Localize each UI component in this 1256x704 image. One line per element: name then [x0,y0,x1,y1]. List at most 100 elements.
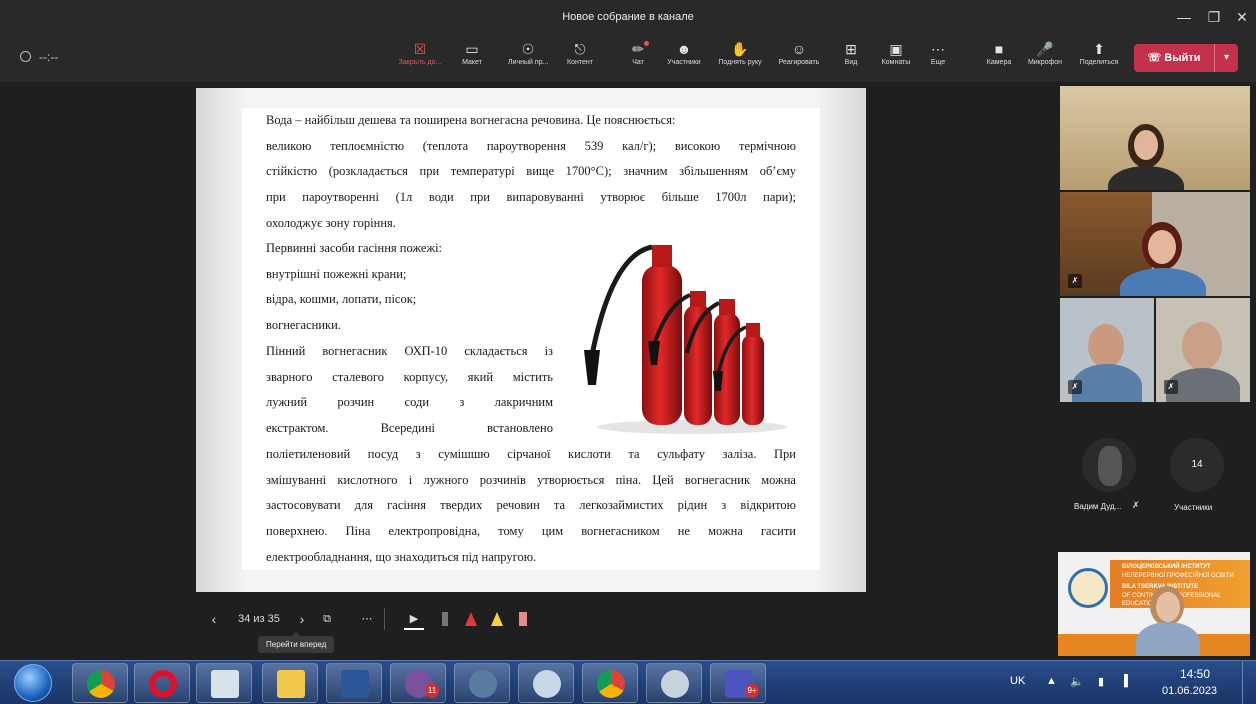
smile-icon: ☺ [791,41,807,57]
highlighter-yellow-icon[interactable] [490,608,504,630]
leave-button[interactable]: ☏ Выйти ▾ [1134,44,1238,72]
chat-button[interactable]: ✏ Чат [620,39,656,77]
share-up-icon: ⬆ [1093,41,1105,57]
institute-line-1: БІЛОЦЕРКІВСЬКИЙ ІНСТИТУТ [1122,564,1211,570]
participants-count[interactable]: 14 [1170,438,1224,492]
folder-app-icon[interactable] [262,663,318,703]
share-content-icon: ⎋ [574,41,586,57]
grid-icon: ⊞ [845,41,857,57]
slide-text-list: Первинні засоби гасіння пожежі: внутрішн… [266,241,443,333]
chat-icon: ✏ [632,41,644,57]
show-hidden-icons[interactable]: ▲ [1046,675,1057,687]
participants-button[interactable]: ☻ Участники [660,39,708,77]
next-slide-icon[interactable]: › [294,608,310,630]
teams-badge: 9+ [745,684,759,698]
more-dots-icon: ⋯ [931,41,945,57]
pen-red-icon[interactable] [464,608,478,630]
slide-text-top: Вода – найбільш дешева та поширена вогне… [266,113,796,230]
snipping-tool-icon[interactable] [646,663,702,703]
slide-counter: 34 из 35 [238,613,280,625]
participant-video-4[interactable]: ✗ [1156,298,1250,402]
close-icon[interactable]: ✕ [1230,6,1254,28]
viber-app-icon[interactable]: 11 [390,663,446,703]
participant-name: Вадим Дуд... [1074,502,1122,511]
meeting-timer: --:-- [20,50,58,64]
teams-app-icon[interactable]: 9+ [710,663,766,703]
meeting-stage: Вода – найбільш дешева та поширена вогне… [0,82,1256,660]
presenter-body [1136,622,1200,656]
clock-date[interactable]: 01.06.2023 [1162,685,1217,697]
minimize-icon[interactable]: — [1172,6,1196,28]
show-desktop-button[interactable] [1242,661,1256,704]
chevron-down-icon[interactable]: ▾ [1214,44,1238,72]
chrome-app-icon[interactable] [72,663,128,703]
windows-taskbar: 11 9+ UK ▲ 🔈 ▮ ▌ 14:50 01.06.2023 [0,660,1256,704]
eye-icon: ☉ [521,41,535,57]
pen-gray-icon[interactable] [438,608,452,630]
opera-app-icon[interactable] [134,663,190,703]
more-button[interactable]: ⋯ Еще [926,39,950,77]
participants-label: Участники [1174,503,1213,512]
word-app-icon[interactable] [326,663,382,703]
institute-video[interactable]: БІЛОЦЕРКІВСЬКИЙ ІНСТИТУТ НЕПЕРЕРВНОЇ ПРО… [1058,552,1250,656]
raise-hand-button[interactable]: ✋ Поднять руку [710,39,770,77]
layout-icon: ▭ [465,41,479,57]
clock-time[interactable]: 14:50 [1180,667,1210,681]
window-title: Новое собрание в канале [562,11,694,23]
divider [384,608,385,630]
rooms-button[interactable]: ▣ Комнаты [874,39,918,77]
next-slide-tooltip: Перейти вперед [258,632,335,653]
slide-text-bottom: поліетиленовий посуд з сумішшю сірчаної … [266,447,796,564]
institute-logo [1068,568,1108,608]
mic-off-icon: ✗ [1132,500,1140,510]
presenter-face [1156,592,1180,622]
slide-page: Вода – найбільш дешева та поширена вогне… [242,108,820,570]
slides-grid-icon[interactable]: ⧉ [318,608,336,630]
language-indicator[interactable]: UK [1010,675,1025,687]
volume-icon[interactable]: 🔈 [1070,675,1084,688]
slide-text-middle: Пінний вогнегасник ОХП-10 складається із… [266,344,553,436]
view-button[interactable]: ⊞ Вид [836,39,866,77]
mic-off-icon: ✗ [1164,380,1178,394]
start-button[interactable] [14,664,52,702]
institute-line-2: НЕПЕРЕРВНОЇ ПРОФЕСІЙНОЇ ОСВІТИ [1122,573,1234,579]
more-dots-icon[interactable]: ⋯ [358,608,376,630]
close-box-icon: ☒ [413,41,427,57]
participant-video-1[interactable] [1060,86,1250,190]
meeting-toolbar: --:-- ☒ Закрыть до... ▭ Макет ☉ Личный п… [0,34,1256,82]
search-app-icon[interactable] [518,663,574,703]
eraser-icon[interactable] [516,608,530,630]
react-button[interactable]: ☺ Реагировать [772,39,826,77]
viber-badge: 11 [425,684,439,698]
notification-dot [644,41,649,46]
battery-icon[interactable]: ▮ [1098,675,1104,688]
mic-button[interactable]: 🎤 Микрофон [1020,39,1070,77]
shield-icon [20,51,31,62]
participant-video-3[interactable]: ✗ [1060,298,1154,402]
layout-button[interactable]: ▭ Макет [452,39,492,77]
camera-icon: ■ [994,41,1004,57]
previous-slide-icon[interactable]: ‹ [206,608,222,630]
leave-button-label[interactable]: ☏ Выйти [1134,44,1214,72]
app-icon[interactable] [454,663,510,703]
camera-button[interactable]: ■ Камера [982,39,1016,77]
mic-off-icon: ✗ [1068,380,1082,394]
calculator-app-icon[interactable] [196,663,252,703]
avatar[interactable] [1082,438,1136,492]
chrome-app-icon-2[interactable] [582,663,638,703]
stop-presenting-button[interactable]: ☒ Закрыть до... [380,39,460,77]
share-button[interactable]: ⬆ Поделиться [1074,39,1124,77]
mic-icon: 🎤 [1036,41,1054,57]
pointer-tool-icon[interactable]: ▶ [404,608,424,630]
title-bar: Новое собрание в канале — ❐ ✕ [0,0,1256,34]
people-icon: ☻ [676,41,692,57]
network-signal-icon[interactable]: ▌ [1124,675,1132,687]
teams-meeting-window: Новое собрание в канале — ❐ ✕ --:-- ☒ За… [0,0,1256,704]
rooms-icon: ▣ [889,41,903,57]
mic-off-icon: ✗ [1068,274,1082,288]
restore-icon[interactable]: ❐ [1202,6,1226,28]
phone-hangup-icon: ☏ [1147,52,1165,64]
content-button[interactable]: ⎋ Контент [560,39,600,77]
participant-video-2[interactable]: ✗ [1060,192,1250,296]
personal-view-button[interactable]: ☉ Личный пр... [508,39,548,77]
